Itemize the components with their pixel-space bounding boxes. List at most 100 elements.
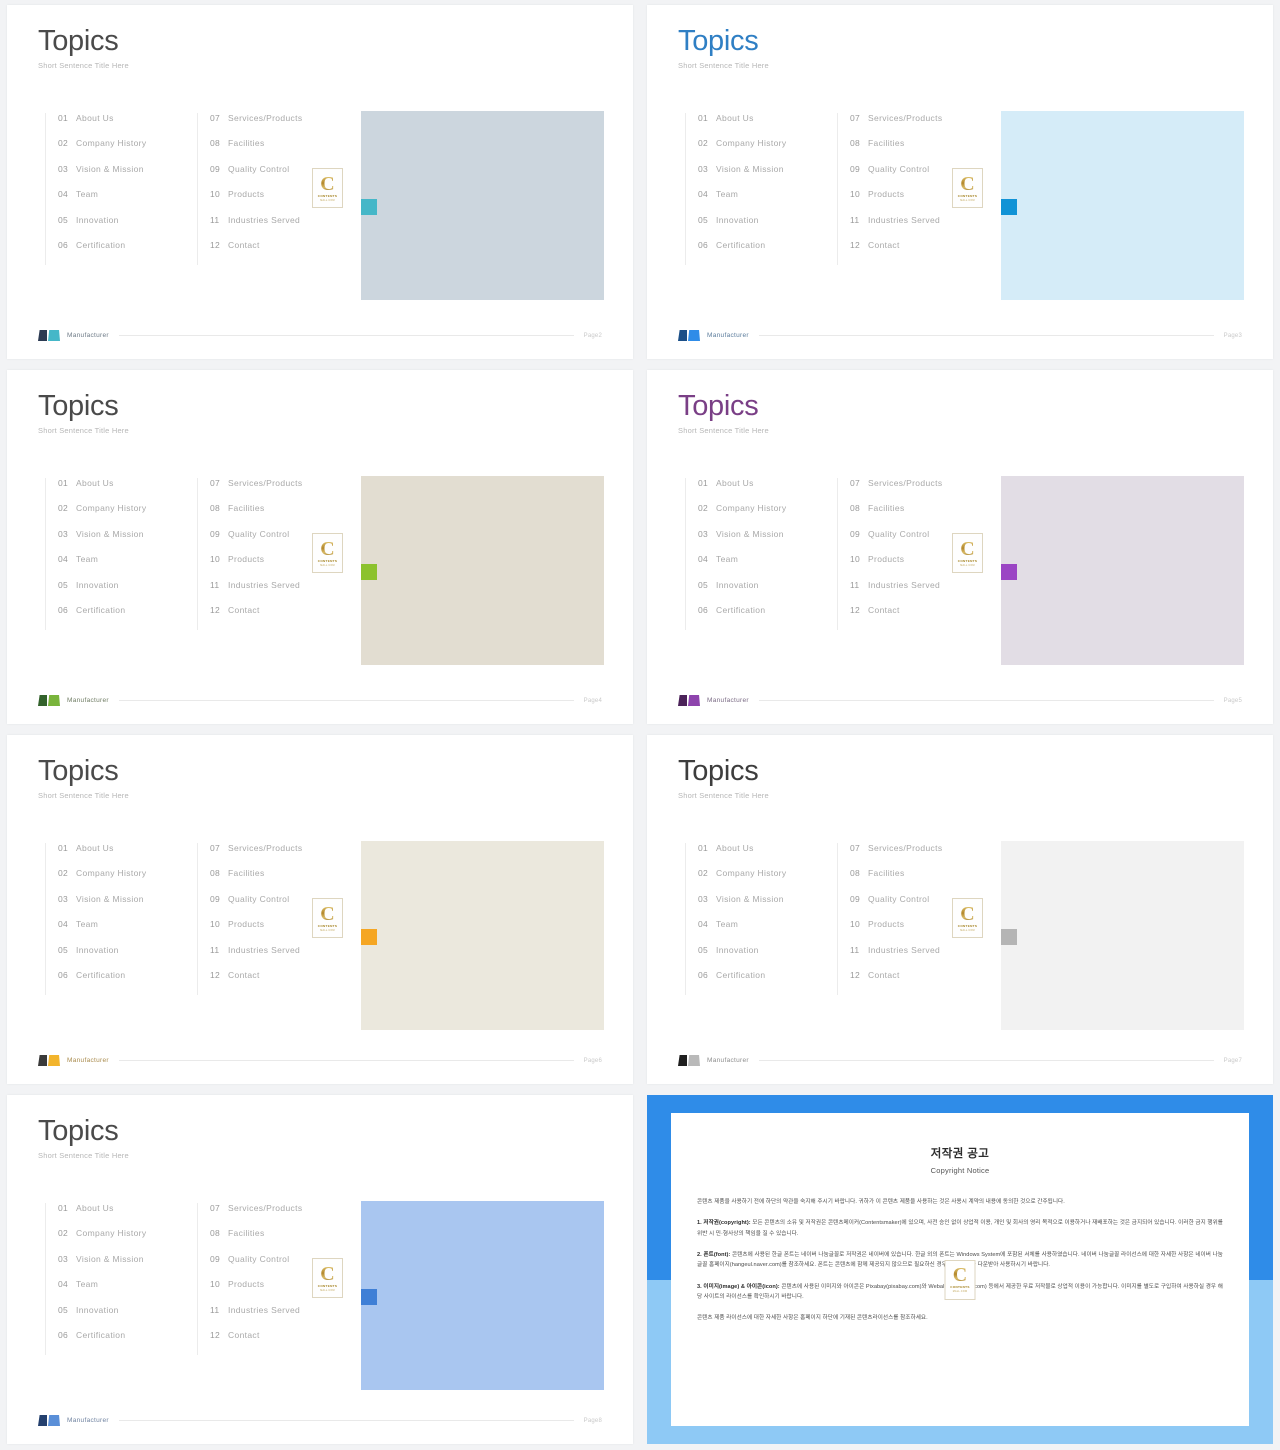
- topic-item-06[interactable]: 06 Certification: [698, 605, 837, 630]
- topic-item-05[interactable]: 05 Innovation: [58, 215, 197, 240]
- slide-title-block: Topics Short Sentence Title Here: [38, 757, 129, 801]
- topic-item-02[interactable]: 02 Company History: [698, 138, 837, 163]
- topic-number: 11: [850, 214, 860, 225]
- topic-item-04[interactable]: 04 Team: [58, 1279, 197, 1304]
- topic-number: 04: [58, 554, 69, 565]
- topic-item-01[interactable]: 01 About Us: [698, 113, 837, 138]
- topic-item-04[interactable]: 04 Team: [698, 189, 837, 214]
- topic-item-01[interactable]: 01 About Us: [698, 478, 837, 503]
- accent-square: [1001, 564, 1017, 580]
- topic-item-03[interactable]: 03 Vision & Mission: [698, 529, 837, 554]
- topic-label: About Us: [76, 843, 114, 853]
- topic-item-08[interactable]: 08 Facilities: [850, 138, 997, 163]
- topic-item-03[interactable]: 03 Vision & Mission: [58, 164, 197, 189]
- slide-page3[interactable]: Topics Short Sentence Title Here 01 About U…: [647, 5, 1273, 359]
- topic-item-12[interactable]: 12 Contact: [850, 605, 997, 630]
- topic-item-11[interactable]: 11 Industries Served: [850, 215, 997, 240]
- topic-label: Industries Served: [228, 944, 301, 955]
- topic-item-07[interactable]: 07 Services/Products: [850, 113, 997, 138]
- page-subtitle: Short Sentence Title Here: [38, 1151, 129, 1160]
- slide-page7[interactable]: Topics Short Sentence Title Here 01 About U…: [647, 735, 1273, 1084]
- topic-item-11[interactable]: 11 Industries Served: [210, 945, 357, 970]
- topic-item-05[interactable]: 05 Innovation: [58, 580, 197, 605]
- topic-item-06[interactable]: 06 Certification: [58, 970, 197, 995]
- topics-list: 01 About Us 02 Company History 03 Vision & Mi…: [45, 113, 357, 266]
- slide-cell-page5: Topics Short Sentence Title Here 01 About U…: [640, 365, 1280, 730]
- topic-number: 06: [58, 604, 69, 615]
- topic-number: 08: [210, 868, 221, 879]
- topic-item-06[interactable]: 06 Certification: [58, 240, 197, 265]
- badge-letter-c: C: [320, 902, 335, 925]
- topic-item-03[interactable]: 03 Vision & Mission: [58, 529, 197, 554]
- topic-number: 07: [210, 1203, 221, 1213]
- topic-item-12[interactable]: 12 Contact: [210, 1330, 357, 1355]
- topic-item-02[interactable]: 02 Company History: [58, 868, 197, 893]
- page-subtitle: Short Sentence Title Here: [678, 791, 769, 800]
- topic-item-06[interactable]: 06 Certification: [698, 240, 837, 265]
- topic-item-04[interactable]: 04 Team: [58, 919, 197, 944]
- topic-item-08[interactable]: 08 Facilities: [210, 1228, 357, 1253]
- slide-copyright-notice[interactable]: 저작권 공고 Copyright Notice 콘텐츠 제품을 사용하기 전에 하단…: [647, 1095, 1273, 1444]
- topic-item-05[interactable]: 05 Innovation: [58, 945, 197, 970]
- topic-item-03[interactable]: 03 Vision & Mission: [58, 1254, 197, 1279]
- topic-item-08[interactable]: 08 Facilities: [210, 503, 357, 528]
- topic-label: Certification: [716, 604, 766, 615]
- topic-item-01[interactable]: 01 About Us: [58, 113, 197, 138]
- topic-item-12[interactable]: 12 Contact: [210, 605, 357, 630]
- topic-item-12[interactable]: 12 Contact: [210, 240, 357, 265]
- topic-item-04[interactable]: 04 Team: [698, 554, 837, 579]
- topic-item-07[interactable]: 07 Services/Products: [210, 113, 357, 138]
- topic-item-11[interactable]: 11 Industries Served: [850, 580, 997, 605]
- topic-item-12[interactable]: 12 Contact: [850, 240, 997, 265]
- topic-item-05[interactable]: 05 Innovation: [698, 945, 837, 970]
- topic-item-02[interactable]: 02 Company History: [58, 503, 197, 528]
- topic-item-12[interactable]: 12 Contact: [850, 970, 997, 995]
- topic-item-07[interactable]: 07 Services/Products: [210, 1203, 357, 1228]
- topic-item-08[interactable]: 08 Facilities: [850, 868, 997, 893]
- slide-page2[interactable]: Topics Short Sentence Title Here 01 About U…: [7, 5, 633, 359]
- topic-number: 12: [850, 604, 861, 615]
- topic-item-05[interactable]: 05 Innovation: [698, 215, 837, 240]
- topic-item-02[interactable]: 02 Company History: [58, 138, 197, 163]
- topic-item-11[interactable]: 11 Industries Served: [850, 945, 997, 970]
- topic-item-06[interactable]: 06 Certification: [58, 1330, 197, 1355]
- topic-item-05[interactable]: 05 Innovation: [58, 1305, 197, 1330]
- topic-item-01[interactable]: 01 About Us: [58, 478, 197, 503]
- topic-item-01[interactable]: 01 About Us: [58, 1203, 197, 1228]
- topic-item-08[interactable]: 08 Facilities: [210, 138, 357, 163]
- topic-item-07[interactable]: 07 Services/Products: [210, 478, 357, 503]
- topic-item-11[interactable]: 11 Industries Served: [210, 215, 357, 240]
- topic-item-02[interactable]: 02 Company History: [58, 1228, 197, 1253]
- topic-item-08[interactable]: 08 Facilities: [210, 868, 357, 893]
- copyright-section-label: 1. 저작권(copyright):: [697, 1220, 751, 1227]
- topic-item-04[interactable]: 04 Team: [698, 919, 837, 944]
- slide-page6[interactable]: Topics Short Sentence Title Here 01 About U…: [7, 735, 633, 1084]
- badge-letter-c: C: [320, 172, 335, 195]
- topic-item-03[interactable]: 03 Vision & Mission: [698, 894, 837, 919]
- topic-item-07[interactable]: 07 Services/Products: [850, 843, 997, 868]
- topic-item-02[interactable]: 02 Company History: [698, 868, 837, 893]
- topic-item-04[interactable]: 04 Team: [58, 189, 197, 214]
- topic-item-06[interactable]: 06 Certification: [58, 605, 197, 630]
- topic-item-02[interactable]: 02 Company History: [698, 503, 837, 528]
- slide-title-block: Topics Short Sentence Title Here: [678, 757, 769, 801]
- topic-item-03[interactable]: 03 Vision & Mission: [58, 894, 197, 919]
- topic-item-11[interactable]: 11 Industries Served: [210, 580, 357, 605]
- topic-item-01[interactable]: 01 About Us: [58, 843, 197, 868]
- slide-page8[interactable]: Topics Short Sentence Title Here 01 About U…: [7, 1095, 633, 1444]
- topic-item-08[interactable]: 08 Facilities: [850, 503, 997, 528]
- topic-item-03[interactable]: 03 Vision & Mission: [698, 164, 837, 189]
- topic-item-04[interactable]: 04 Team: [58, 554, 197, 579]
- slide-page5[interactable]: Topics Short Sentence Title Here 01 About U…: [647, 370, 1273, 724]
- topic-item-07[interactable]: 07 Services/Products: [850, 478, 997, 503]
- topic-label: Services/Products: [868, 113, 943, 123]
- manufacturer-logo-icon: [38, 695, 60, 706]
- topic-item-05[interactable]: 05 Innovation: [698, 580, 837, 605]
- topic-item-11[interactable]: 11 Industries Served: [210, 1305, 357, 1330]
- topic-item-06[interactable]: 06 Certification: [698, 970, 837, 995]
- topic-item-07[interactable]: 07 Services/Products: [210, 843, 357, 868]
- slide-page3-contents-badge-icon: C CONTENTS MALL.COM: [952, 168, 983, 208]
- topic-item-12[interactable]: 12 Contact: [210, 970, 357, 995]
- slide-page4[interactable]: Topics Short Sentence Title Here 01 About U…: [7, 370, 633, 724]
- topic-item-01[interactable]: 01 About Us: [698, 843, 837, 868]
